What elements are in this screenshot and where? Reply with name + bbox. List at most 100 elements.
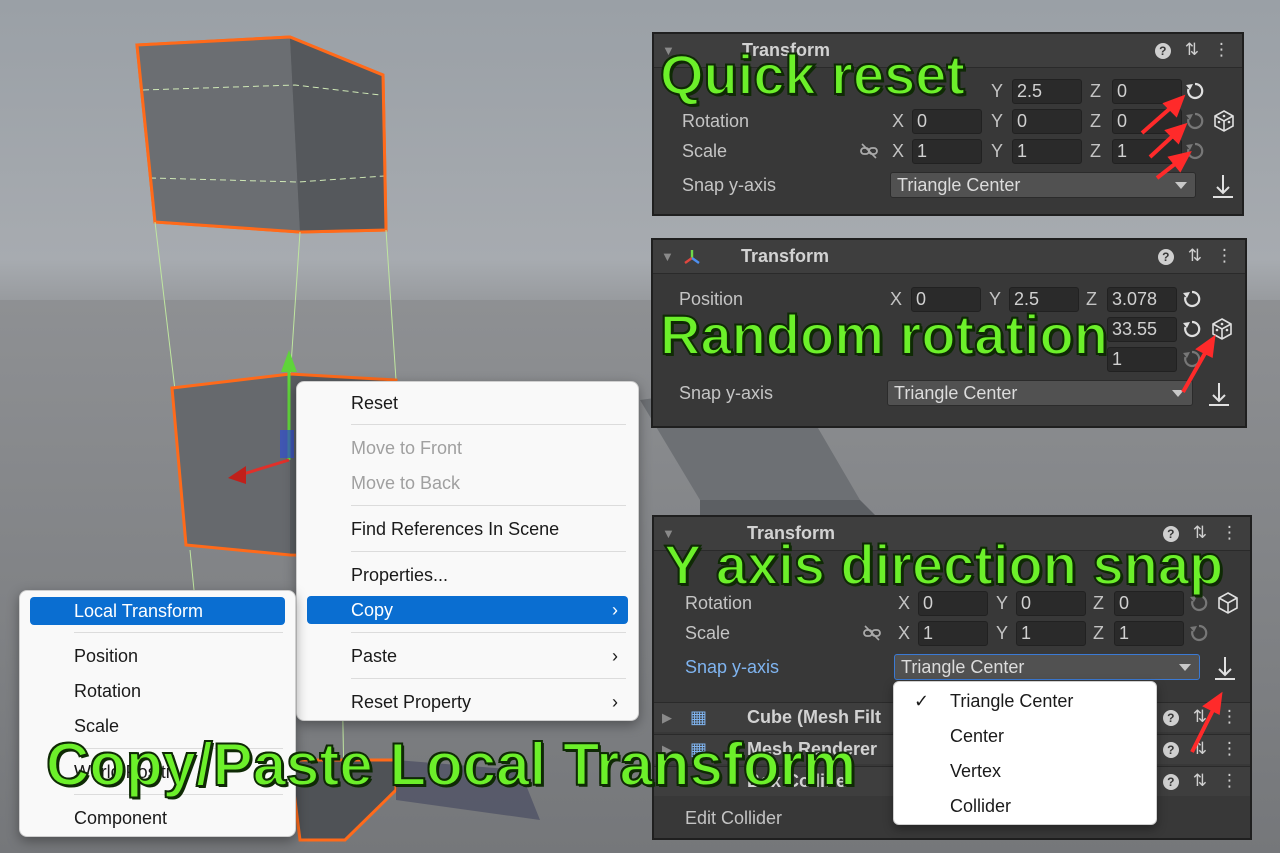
menu-item-properties[interactable]: Properties... bbox=[307, 561, 628, 589]
scale-z-field[interactable]: 1 bbox=[1112, 139, 1182, 164]
menu-item-move-to-back[interactable]: Move to Back bbox=[307, 469, 628, 497]
chevron-down-icon bbox=[1175, 182, 1187, 189]
submenu-item-rotation[interactable]: Rotation bbox=[30, 677, 285, 705]
help-icon[interactable]: ? bbox=[1154, 43, 1171, 59]
preset-icon[interactable]: ⇅ bbox=[1193, 771, 1207, 791]
random-rotation-dice-icon[interactable] bbox=[1210, 317, 1234, 341]
scale-y-field[interactable]: 1 bbox=[1016, 621, 1086, 646]
snap-y-axis-label: Snap y-axis bbox=[685, 657, 780, 677]
more-options-icon[interactable]: ⋮ bbox=[1221, 707, 1238, 727]
help-icon[interactable]: ? bbox=[1162, 710, 1179, 726]
submenu-arrow-icon: › bbox=[612, 600, 618, 620]
submenu-item-component[interactable]: Component bbox=[30, 804, 285, 832]
reset-scale-icon[interactable] bbox=[1188, 622, 1210, 644]
axis-z-label: Z bbox=[1090, 141, 1101, 161]
preset-icon[interactable]: ⇅ bbox=[1185, 40, 1199, 60]
menu-separator bbox=[74, 632, 283, 633]
more-options-icon[interactable]: ⋮ bbox=[1221, 739, 1238, 759]
menu-item-reset-property[interactable]: Reset Property › bbox=[307, 688, 628, 716]
scale-z-field[interactable]: 1 bbox=[1107, 347, 1177, 372]
position-z-field[interactable]: 0 bbox=[1112, 79, 1182, 104]
snap-mode-dropdown[interactable]: Triangle Center bbox=[890, 172, 1196, 198]
caption-y-axis-snap: Y axis direction snap bbox=[663, 532, 1224, 597]
dropdown-option-vertex[interactable]: Vertex bbox=[894, 756, 1156, 786]
menu-item-paste[interactable]: Paste › bbox=[307, 642, 628, 670]
help-icon[interactable]: ? bbox=[1157, 249, 1174, 265]
rotation-z-field[interactable]: 0 bbox=[1112, 109, 1182, 134]
menu-item-copy[interactable]: Copy › bbox=[307, 596, 628, 624]
header-icons: ? ⇅ ⋮ bbox=[1162, 771, 1238, 791]
menu-separator bbox=[351, 678, 626, 679]
snap-mode-dropdown-list: ✓ Triangle Center Center Vertex Collider bbox=[893, 681, 1157, 825]
reset-scale-icon[interactable] bbox=[1184, 140, 1206, 162]
rotation-y-field[interactable]: 0 bbox=[1012, 109, 1082, 134]
axis-z-label: Z bbox=[1093, 623, 1104, 643]
snap-down-icon[interactable] bbox=[1212, 654, 1238, 682]
more-options-icon[interactable]: ⋮ bbox=[1221, 523, 1238, 543]
rotation-row: Rotation X 0 Y 0 Z 0 bbox=[654, 108, 1242, 136]
scale-x-field[interactable]: 1 bbox=[912, 139, 982, 164]
panel-title: Transform bbox=[741, 246, 830, 266]
preset-icon[interactable]: ⇅ bbox=[1193, 707, 1207, 727]
axis-y-label: Y bbox=[991, 111, 1004, 131]
position-y-field[interactable]: 2.5 bbox=[1012, 79, 1082, 104]
axis-y-label: Y bbox=[996, 623, 1009, 643]
reset-rotation-icon[interactable] bbox=[1184, 110, 1206, 132]
menu-item-reset[interactable]: Reset bbox=[307, 389, 628, 417]
rotation-x-field[interactable]: 0 bbox=[912, 109, 982, 134]
menu-item-move-to-front[interactable]: Move to Front bbox=[307, 434, 628, 462]
snap-row: Snap y-axis Triangle Center bbox=[653, 380, 1245, 408]
mesh-grid-icon: ▦ bbox=[690, 707, 708, 727]
axis-x-label: X bbox=[898, 623, 911, 643]
help-icon[interactable]: ? bbox=[1162, 774, 1179, 790]
reset-position-icon[interactable] bbox=[1184, 80, 1206, 102]
submenu-item-position[interactable]: Position bbox=[30, 642, 285, 670]
rotation-label: Rotation bbox=[682, 111, 750, 131]
foldout-arrow-icon[interactable]: ▼ bbox=[661, 249, 674, 264]
dropdown-value: Triangle Center bbox=[894, 383, 1018, 403]
dropdown-option-triangle-center[interactable]: ✓ Triangle Center bbox=[894, 686, 1156, 716]
dropdown-value: Triangle Center bbox=[901, 657, 1025, 677]
more-options-icon[interactable]: ⋮ bbox=[1216, 246, 1233, 266]
caption-quick-reset: Quick reset bbox=[659, 42, 966, 107]
menu-item-find-references[interactable]: Find References In Scene bbox=[307, 515, 628, 543]
transform-component-icon bbox=[684, 250, 700, 264]
snap-down-icon[interactable] bbox=[1210, 172, 1236, 200]
random-rotation-dice-icon[interactable] bbox=[1212, 109, 1236, 133]
menu-separator bbox=[351, 632, 626, 633]
panel-header[interactable]: ▼ Transform ? ⇅ ⋮ bbox=[653, 240, 1245, 274]
edit-collider-label: Edit Collider bbox=[685, 808, 783, 828]
more-options-icon[interactable]: ⋮ bbox=[1221, 771, 1238, 791]
foldout-arrow-icon[interactable]: ▶ bbox=[662, 710, 672, 726]
reset-rotation-icon[interactable] bbox=[1181, 318, 1203, 340]
constrain-proportions-icon[interactable] bbox=[859, 142, 879, 160]
dropdown-option-collider[interactable]: Collider bbox=[894, 791, 1156, 821]
preset-icon[interactable]: ⇅ bbox=[1188, 246, 1202, 266]
reset-position-icon[interactable] bbox=[1181, 288, 1203, 310]
copy-submenu: Local Transform Position Rotation Scale … bbox=[19, 590, 296, 837]
caption-copy-paste: Copy/Paste Local Transform bbox=[45, 730, 857, 799]
snap-down-icon[interactable] bbox=[1206, 380, 1232, 408]
snap-mode-dropdown[interactable]: Triangle Center bbox=[894, 654, 1200, 680]
checkmark-icon: ✓ bbox=[914, 691, 930, 711]
chevron-down-icon bbox=[1172, 390, 1184, 397]
preset-icon[interactable]: ⇅ bbox=[1193, 739, 1207, 759]
header-icons: ? ⇅ ⋮ bbox=[1154, 40, 1230, 60]
dropdown-option-center[interactable]: Center bbox=[894, 721, 1156, 751]
more-options-icon[interactable]: ⋮ bbox=[1213, 40, 1230, 60]
scale-y-field[interactable]: 1 bbox=[1012, 139, 1082, 164]
axis-z-label: Z bbox=[1090, 111, 1101, 131]
position-z-field[interactable]: 3.078 bbox=[1107, 287, 1177, 312]
caption-random-rotation: Random rotation bbox=[659, 302, 1109, 367]
submenu-item-local-transform[interactable]: Local Transform bbox=[30, 597, 285, 625]
scale-x-field[interactable]: 1 bbox=[918, 621, 988, 646]
rotation-z-field[interactable]: 33.55 bbox=[1107, 317, 1177, 342]
scale-z-field[interactable]: 1 bbox=[1114, 621, 1184, 646]
axis-x-label: X bbox=[892, 111, 905, 131]
axis-x-label: X bbox=[892, 141, 905, 161]
scale-row: Scale X 1 Y 1 Z 1 bbox=[654, 620, 1250, 648]
help-icon[interactable]: ? bbox=[1162, 742, 1179, 758]
snap-mode-dropdown[interactable]: Triangle Center bbox=[887, 380, 1193, 406]
constrain-proportions-icon[interactable] bbox=[862, 624, 882, 642]
reset-scale-icon[interactable] bbox=[1181, 348, 1203, 370]
